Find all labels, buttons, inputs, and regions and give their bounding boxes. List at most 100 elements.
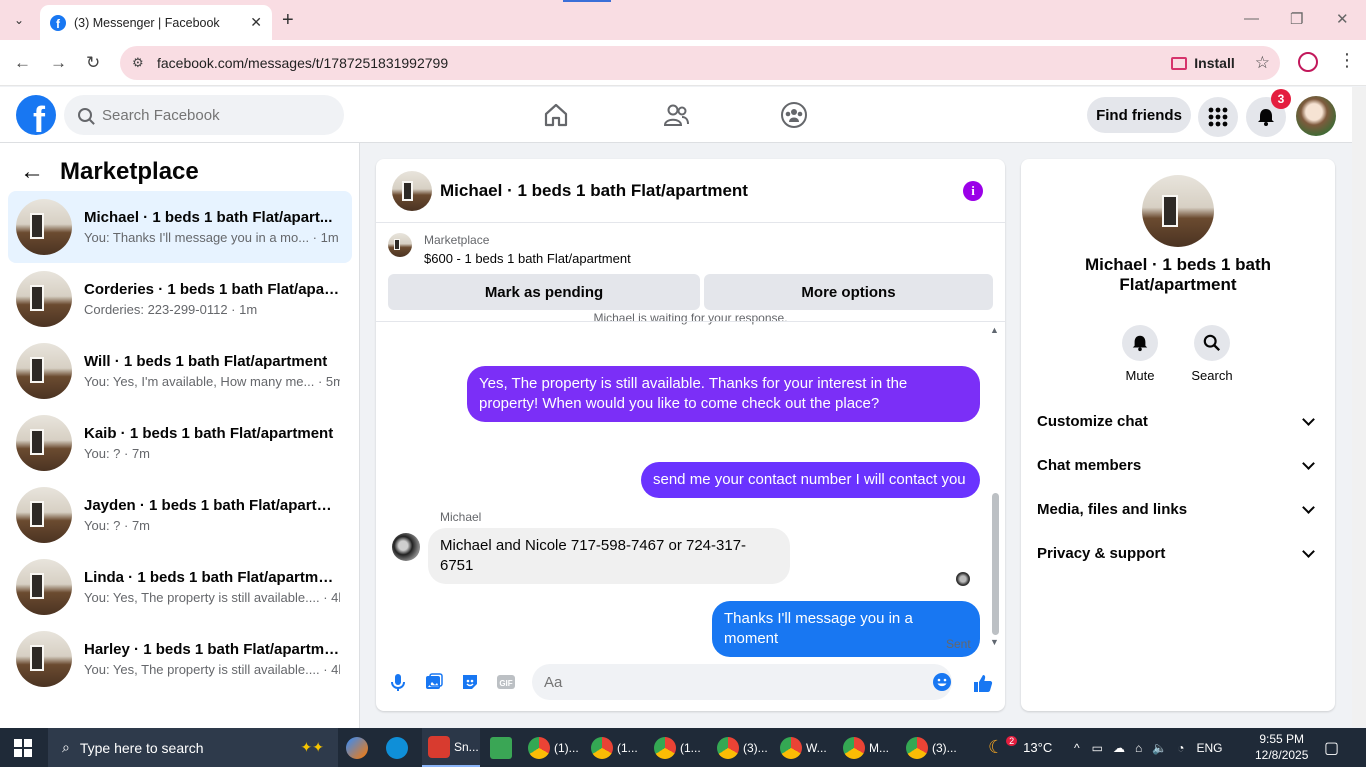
conversation-name: Will · 1 beds 1 bath Flat/apartment xyxy=(84,353,328,370)
profile-avatar[interactable] xyxy=(1142,175,1214,247)
chevron-up-icon[interactable]: ^ xyxy=(1074,741,1080,755)
taskbar-app[interactable]: W... xyxy=(780,728,827,767)
account-avatar[interactable] xyxy=(1296,96,1336,136)
notification-center-icon[interactable]: ▢ xyxy=(1324,728,1339,767)
conversation-item[interactable]: Will · 1 beds 1 bath Flat/apartment You: … xyxy=(8,335,352,407)
friends-icon[interactable] xyxy=(662,101,690,129)
cloud-icon[interactable]: ☁ xyxy=(1113,741,1125,755)
search-chat-button[interactable]: Search xyxy=(1182,325,1242,383)
message-composer[interactable] xyxy=(532,664,952,700)
taskbar-app[interactable]: (1... xyxy=(591,728,638,767)
chat-members-row[interactable]: Chat members xyxy=(1037,445,1319,485)
microphone-icon[interactable] xyxy=(388,672,408,692)
conversation-item[interactable]: Harley · 1 beds 1 bath Flat/apartme... Yo… xyxy=(8,623,352,695)
sticker-icon[interactable] xyxy=(460,672,480,692)
weather-widget[interactable]: ☾ 2 13°C xyxy=(988,728,1052,767)
find-friends-button[interactable]: Find friends xyxy=(1087,97,1191,133)
tab-search-icon[interactable]: ⌄ xyxy=(6,8,32,32)
wifi-icon[interactable]: ◔ xyxy=(1177,741,1184,755)
close-window-icon[interactable]: ✕ xyxy=(1336,10,1349,28)
site-settings-icon[interactable]: ⚙ xyxy=(132,55,148,71)
taskbar-app[interactable]: (3)... xyxy=(717,728,768,767)
home-icon[interactable] xyxy=(542,101,570,129)
forward-icon[interactable]: → xyxy=(50,53,67,73)
message-bubble-outgoing[interactable]: Thanks I'll message you in a moment xyxy=(712,601,980,657)
restore-icon[interactable]: ❐ xyxy=(1290,10,1303,28)
browser-tab[interactable]: f (3) Messenger | Facebook ✕ xyxy=(40,5,272,40)
scroll-down-icon[interactable]: ▼ xyxy=(990,637,999,647)
message-bubble-outgoing[interactable]: Yes, The property is still available. Th… xyxy=(467,366,980,422)
new-tab-icon[interactable]: + xyxy=(282,9,294,32)
conversation-item[interactable]: Jayden · 1 beds 1 bath Flat/apartm... You… xyxy=(8,479,352,551)
taskbar-app[interactable]: Sn... xyxy=(422,728,480,767)
chat-scroll-thumb[interactable] xyxy=(992,493,999,635)
message-bubble-outgoing[interactable]: send me your contact number I will conta… xyxy=(641,462,980,498)
gif-icon[interactable]: GIF xyxy=(496,672,516,692)
taskbar-search[interactable]: ⌕ Type here to search ✦✦ xyxy=(48,728,338,767)
taskbar-app[interactable] xyxy=(386,728,412,767)
minimize-icon[interactable]: — xyxy=(1244,10,1259,27)
groups-icon[interactable] xyxy=(780,101,808,129)
mute-button[interactable]: Mute xyxy=(1110,325,1170,383)
mark-pending-button[interactable]: Mark as pending xyxy=(388,274,700,310)
message-input[interactable] xyxy=(544,673,924,691)
emoji-icon[interactable] xyxy=(932,672,952,692)
taskbar-app-label: (1)... xyxy=(554,740,579,755)
reload-icon[interactable]: ↻ xyxy=(86,53,100,73)
media-files-links-row[interactable]: Media, files and links xyxy=(1037,489,1319,529)
page-scrollbar[interactable] xyxy=(1352,87,1366,727)
install-label: Install xyxy=(1194,55,1235,71)
photo-icon[interactable] xyxy=(424,672,444,692)
more-options-button[interactable]: More options xyxy=(704,274,993,310)
url-text[interactable]: facebook.com/messages/t/1787251831992799 xyxy=(157,55,1171,71)
conversation-snippet: You: ? · 7m xyxy=(84,446,151,461)
listing-summary[interactable]: Marketplace $600 - 1 beds 1 bath Flat/ap… xyxy=(388,233,631,266)
chrome-icon xyxy=(780,736,802,759)
taskbar-app[interactable] xyxy=(490,728,516,767)
customize-chat-row[interactable]: Customize chat xyxy=(1037,401,1319,441)
chat-avatar[interactable] xyxy=(392,170,432,211)
network-icon[interactable]: ⌂ xyxy=(1135,741,1142,755)
close-tab-icon[interactable]: ✕ xyxy=(250,14,262,31)
taskbar-app[interactable]: (1... xyxy=(654,728,701,767)
apps-grid-icon xyxy=(1208,107,1228,127)
facebook-search-input[interactable] xyxy=(102,106,302,124)
conversation-item[interactable]: Linda · 1 beds 1 bath Flat/apartment You:… xyxy=(8,551,352,623)
chrome-icon xyxy=(591,736,613,759)
chat-title[interactable]: Michael · 1 beds 1 bath Flat/apartment xyxy=(440,181,748,201)
volume-icon[interactable]: 🔈 xyxy=(1152,741,1167,755)
taskbar-clock[interactable]: 9:55 PM 12/8/2025 xyxy=(1255,731,1308,763)
battery-icon[interactable]: ▭ xyxy=(1092,741,1103,755)
facebook-search[interactable] xyxy=(64,95,344,135)
install-button[interactable]: Install xyxy=(1171,55,1235,71)
sender-avatar[interactable] xyxy=(392,533,420,561)
windows-start-icon[interactable] xyxy=(14,739,32,757)
message-bubble-incoming[interactable]: Michael and Nicole 717-598-7467 or 724-3… xyxy=(428,528,790,584)
conversation-item[interactable]: Kaib · 1 beds 1 bath Flat/apartment You: … xyxy=(8,407,352,479)
system-tray[interactable]: ^ ▭ ☁ ⌂ 🔈 ◔ ENG xyxy=(1074,728,1222,767)
language-indicator[interactable]: ENG xyxy=(1196,741,1222,755)
conversation-item[interactable]: Michael · 1 beds 1 bath Flat/apart... You… xyxy=(8,191,352,263)
back-icon[interactable]: ← xyxy=(14,53,31,73)
taskbar-app[interactable] xyxy=(346,728,372,767)
omnibox[interactable]: ⚙ facebook.com/messages/t/17872518319927… xyxy=(120,46,1280,80)
menu-button[interactable] xyxy=(1198,97,1238,137)
like-thumbs-up-icon[interactable] xyxy=(972,672,994,694)
conversation-name: Corderies · 1 beds 1 bath Flat/apart... xyxy=(84,281,340,298)
conversation-item[interactable]: Corderies · 1 beds 1 bath Flat/apart... C… xyxy=(8,263,352,335)
chrome-icon xyxy=(906,736,928,759)
bookmark-star-icon[interactable]: ☆ xyxy=(1255,53,1270,73)
taskbar-app[interactable]: M... xyxy=(843,728,889,767)
facebook-logo-icon[interactable]: f xyxy=(16,95,56,135)
info-icon[interactable]: i xyxy=(963,181,983,201)
browser-menu-icon[interactable]: ⋮ xyxy=(1338,50,1356,71)
privacy-support-row[interactable]: Privacy & support xyxy=(1037,533,1319,573)
copilot-icon xyxy=(346,736,368,759)
chat-scrollbar[interactable]: ▲ ▼ xyxy=(990,323,1000,651)
browser-profile-icon[interactable] xyxy=(1298,52,1318,72)
back-arrow-icon[interactable]: ← xyxy=(20,158,44,186)
listing-label: Marketplace xyxy=(424,233,490,247)
taskbar-app[interactable]: (3)... xyxy=(906,728,957,767)
scroll-up-icon[interactable]: ▲ xyxy=(990,325,999,335)
taskbar-app[interactable]: (1)... xyxy=(528,728,579,767)
